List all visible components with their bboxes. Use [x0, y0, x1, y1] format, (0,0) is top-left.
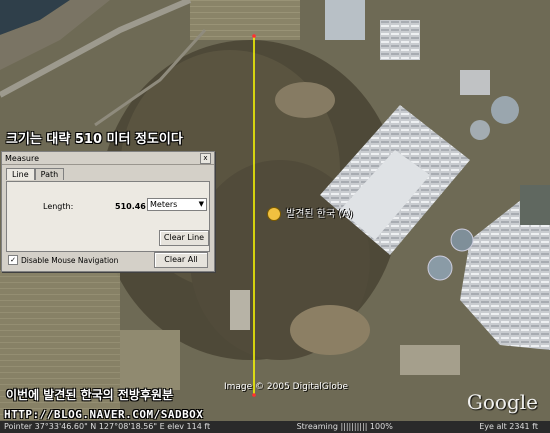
status-bar: Pointer 37°33'46.60" N 127°08'18.56" E e…: [0, 421, 550, 433]
length-label: Length:: [43, 202, 74, 211]
caption-size-note: 크기는 대략 510 미터 정도이다: [6, 132, 183, 147]
eye-altitude: Eye alt 2341 ft: [479, 422, 538, 431]
imagery-copyright: Image © 2005 DigitalGlobe: [224, 382, 349, 392]
chevron-down-icon: ▼: [198, 200, 204, 208]
streaming-status: Streaming |||||||||| 100%: [296, 422, 393, 431]
disable-mouse-navigation-label: Disable Mouse Navigation: [21, 255, 119, 265]
measure-title: Measure: [5, 153, 39, 163]
placemark-label[interactable]: 발견된 한국 (A): [286, 205, 353, 220]
pointer-coordinates: Pointer 37°33'46.60" N 127°08'18.56" E e…: [4, 422, 211, 431]
units-select[interactable]: Meters ▼: [147, 198, 207, 211]
google-logo: Google: [466, 390, 538, 414]
tab-path[interactable]: Path: [34, 168, 65, 180]
measure-titlebar[interactable]: Measure x: [2, 152, 214, 165]
caption-discovery-note: 이번에 발견된 한국의 전방후원분: [6, 388, 174, 402]
checkbox-check-icon: ✓: [8, 255, 18, 265]
measure-dialog: Measure x Line Path Length: 510.46 Meter…: [1, 151, 215, 272]
clear-line-button[interactable]: Clear Line: [159, 230, 209, 246]
blog-url-watermark: HTTP://BLOG.NAVER.COM/SADBOX: [4, 408, 204, 421]
placemark-icon[interactable]: [267, 207, 281, 221]
disable-mouse-navigation-checkbox[interactable]: ✓ Disable Mouse Navigation: [8, 255, 118, 265]
clear-all-button[interactable]: Clear All: [154, 252, 208, 268]
tab-line[interactable]: Line: [6, 168, 35, 180]
close-icon[interactable]: x: [200, 152, 211, 164]
length-value: 510.46: [115, 202, 146, 211]
measure-tabs: Line Path: [6, 168, 65, 180]
measure-panel: Length: 510.46 Meters ▼ Clear Line: [6, 181, 210, 252]
units-selected: Meters: [150, 200, 178, 209]
